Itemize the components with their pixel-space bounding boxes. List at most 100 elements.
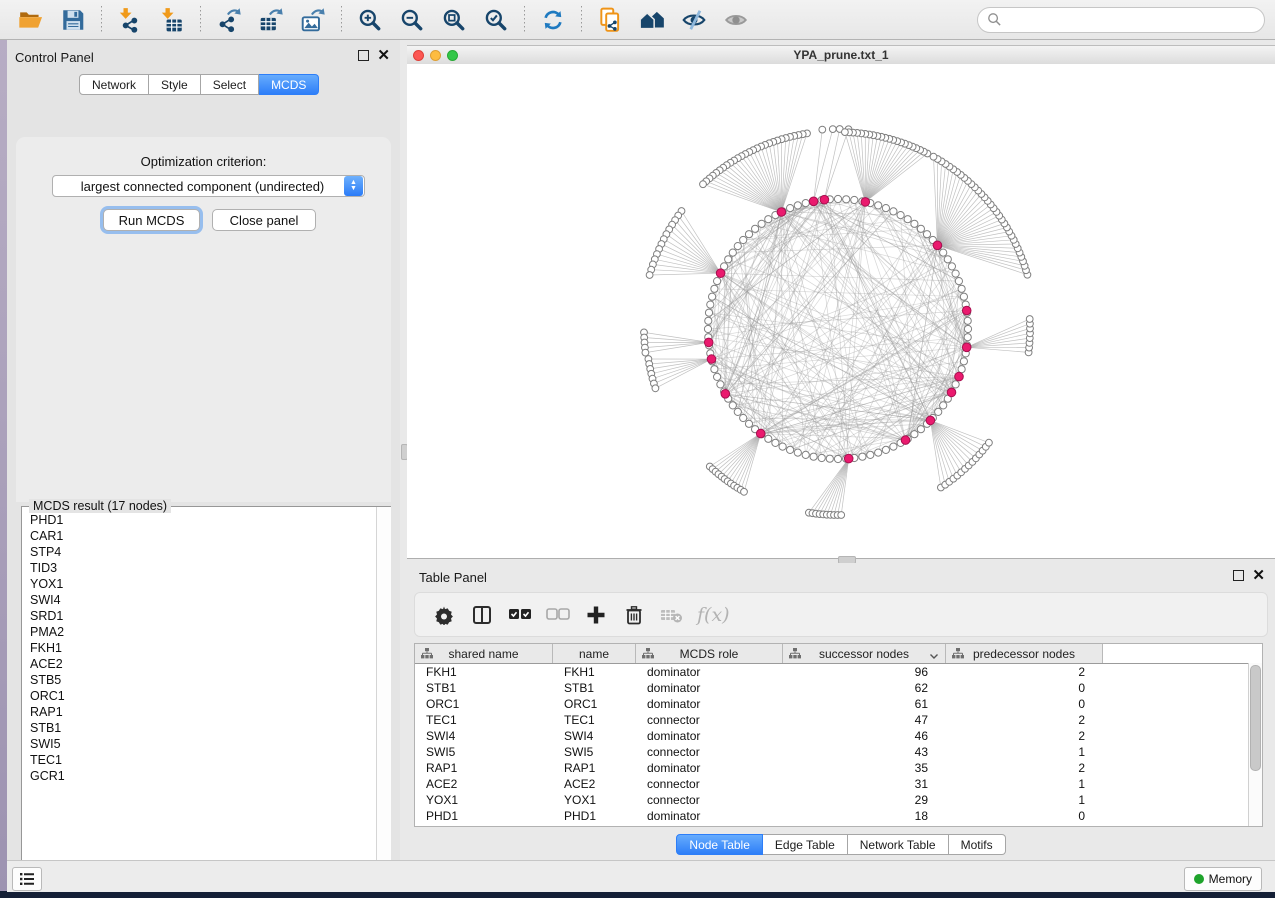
function-builder-button[interactable]: f(x) xyxy=(697,604,730,626)
ring-node[interactable] xyxy=(882,205,889,212)
cell-mcds_role[interactable]: connector xyxy=(636,745,783,759)
ring-node[interactable] xyxy=(711,366,718,373)
ring-node[interactable] xyxy=(709,293,716,300)
ring-node[interactable] xyxy=(740,236,747,243)
ring-node[interactable] xyxy=(802,200,809,207)
table-row[interactable]: RAP1RAP1dominator352 xyxy=(415,760,1262,776)
search-input[interactable] xyxy=(1002,12,1255,28)
ring-node[interactable] xyxy=(911,220,918,227)
mcds-node-selected[interactable] xyxy=(721,390,730,399)
cell-shared_name[interactable]: SWI4 xyxy=(415,729,553,743)
edge[interactable] xyxy=(814,130,823,202)
ring-node[interactable] xyxy=(725,256,732,263)
close-panel-icon[interactable]: ✕ xyxy=(1252,571,1265,580)
ring-node[interactable] xyxy=(867,451,874,458)
add-row-button[interactable] xyxy=(583,602,609,628)
cell-predecessor_nodes[interactable]: 0 xyxy=(946,809,1103,823)
select-all-button[interactable] xyxy=(507,602,533,628)
result-item[interactable]: RAP1 xyxy=(23,704,371,720)
edge[interactable] xyxy=(824,129,839,200)
edge[interactable] xyxy=(967,329,1030,348)
optimization-criterion-select[interactable]: largest connected component (undirected)… xyxy=(52,175,365,197)
ring-node[interactable] xyxy=(890,443,897,450)
search-box[interactable] xyxy=(977,7,1265,33)
mcds-node-selected[interactable] xyxy=(962,343,971,352)
edge[interactable] xyxy=(737,434,760,488)
ring-node[interactable] xyxy=(859,453,866,460)
save-session-button[interactable] xyxy=(58,5,88,35)
mcds-node-selected[interactable] xyxy=(955,372,964,381)
edge[interactable] xyxy=(824,129,848,199)
close-panel-button[interactable]: Close panel xyxy=(212,209,316,231)
edge[interactable] xyxy=(849,289,962,459)
network-window-titlebar[interactable]: YPA_prune.txt_1 xyxy=(407,45,1275,65)
cell-successor_nodes[interactable]: 62 xyxy=(783,681,946,695)
cell-shared_name[interactable]: PHD1 xyxy=(415,809,553,823)
edge[interactable] xyxy=(937,169,953,245)
table-row[interactable]: TEC1TEC1connector472 xyxy=(415,712,1262,728)
ring-node[interactable] xyxy=(843,196,850,203)
edge[interactable] xyxy=(816,459,849,514)
edge[interactable] xyxy=(650,273,721,275)
result-item[interactable]: SWI5 xyxy=(23,736,371,752)
delete-row-button[interactable] xyxy=(621,602,647,628)
satellite-node[interactable] xyxy=(1026,316,1033,323)
result-item[interactable]: YOX1 xyxy=(23,576,371,592)
ring-node[interactable] xyxy=(745,420,752,427)
mcds-node-selected[interactable] xyxy=(777,208,786,217)
ring-node[interactable] xyxy=(729,249,736,256)
cell-predecessor_nodes[interactable]: 2 xyxy=(946,713,1103,727)
mcds-node-selected[interactable] xyxy=(901,436,910,445)
tab-mcds[interactable]: MCDS xyxy=(259,74,319,95)
table-row[interactable]: YOX1YOX1connector291 xyxy=(415,792,1262,808)
ring-node[interactable] xyxy=(717,381,724,388)
ring-node[interactable] xyxy=(851,196,858,203)
show-column-button[interactable] xyxy=(469,602,495,628)
float-panel-icon[interactable] xyxy=(358,50,369,61)
satellite-node[interactable] xyxy=(838,512,845,519)
ring-node[interactable] xyxy=(714,278,721,285)
cell-mcds_role[interactable]: dominator xyxy=(636,681,783,695)
result-item[interactable]: PHD1 xyxy=(23,512,371,528)
cell-successor_nodes[interactable]: 35 xyxy=(783,761,946,775)
edge[interactable] xyxy=(781,137,790,212)
ring-node[interactable] xyxy=(917,426,924,433)
ring-node[interactable] xyxy=(875,202,882,209)
cell-mcds_role[interactable]: dominator xyxy=(636,761,783,775)
tab-edge-table[interactable]: Edge Table xyxy=(763,834,848,855)
table-row[interactable]: ACE2ACE2connector311 xyxy=(415,776,1262,792)
ring-node[interactable] xyxy=(960,358,967,365)
cell-successor_nodes[interactable]: 29 xyxy=(783,793,946,807)
cell-predecessor_nodes[interactable]: 2 xyxy=(946,761,1103,775)
result-list-scrollbar[interactable] xyxy=(376,507,391,877)
mcds-node-selected[interactable] xyxy=(947,388,956,397)
tab-node-table[interactable]: Node Table xyxy=(676,834,763,855)
ring-node[interactable] xyxy=(875,449,882,456)
result-item[interactable]: CAR1 xyxy=(23,528,371,544)
cell-shared_name[interactable]: ACE2 xyxy=(415,777,553,791)
mcds-node-selected[interactable] xyxy=(716,269,725,278)
ring-node[interactable] xyxy=(729,402,736,409)
table-row[interactable]: FKH1FKH1dominator962 xyxy=(415,664,1262,680)
table-row[interactable]: PHD1PHD1dominator180 xyxy=(415,808,1262,824)
satellite-node[interactable] xyxy=(652,385,659,392)
satellite-node[interactable] xyxy=(741,488,748,495)
result-item[interactable]: SWI4 xyxy=(23,592,371,608)
ring-node[interactable] xyxy=(960,293,967,300)
cell-successor_nodes[interactable]: 47 xyxy=(783,713,946,727)
result-item[interactable]: PMA2 xyxy=(23,624,371,640)
import-table-button[interactable] xyxy=(157,5,187,35)
export-table-button[interactable] xyxy=(256,5,286,35)
cell-predecessor_nodes[interactable]: 0 xyxy=(946,697,1103,711)
ring-node[interactable] xyxy=(765,216,772,223)
column-header-predecessor_nodes[interactable]: predecessor nodes xyxy=(946,644,1103,663)
satellite-node[interactable] xyxy=(700,181,707,188)
float-panel-icon[interactable] xyxy=(1233,570,1244,581)
zoom-out-button[interactable] xyxy=(397,5,427,35)
cell-successor_nodes[interactable]: 46 xyxy=(783,729,946,743)
network-graph[interactable] xyxy=(407,64,1275,558)
column-header-successor_nodes[interactable]: successor nodes xyxy=(783,644,946,663)
mcds-node-selected[interactable] xyxy=(861,198,870,207)
cell-shared_name[interactable]: TEC1 xyxy=(415,713,553,727)
edge[interactable] xyxy=(849,132,865,202)
